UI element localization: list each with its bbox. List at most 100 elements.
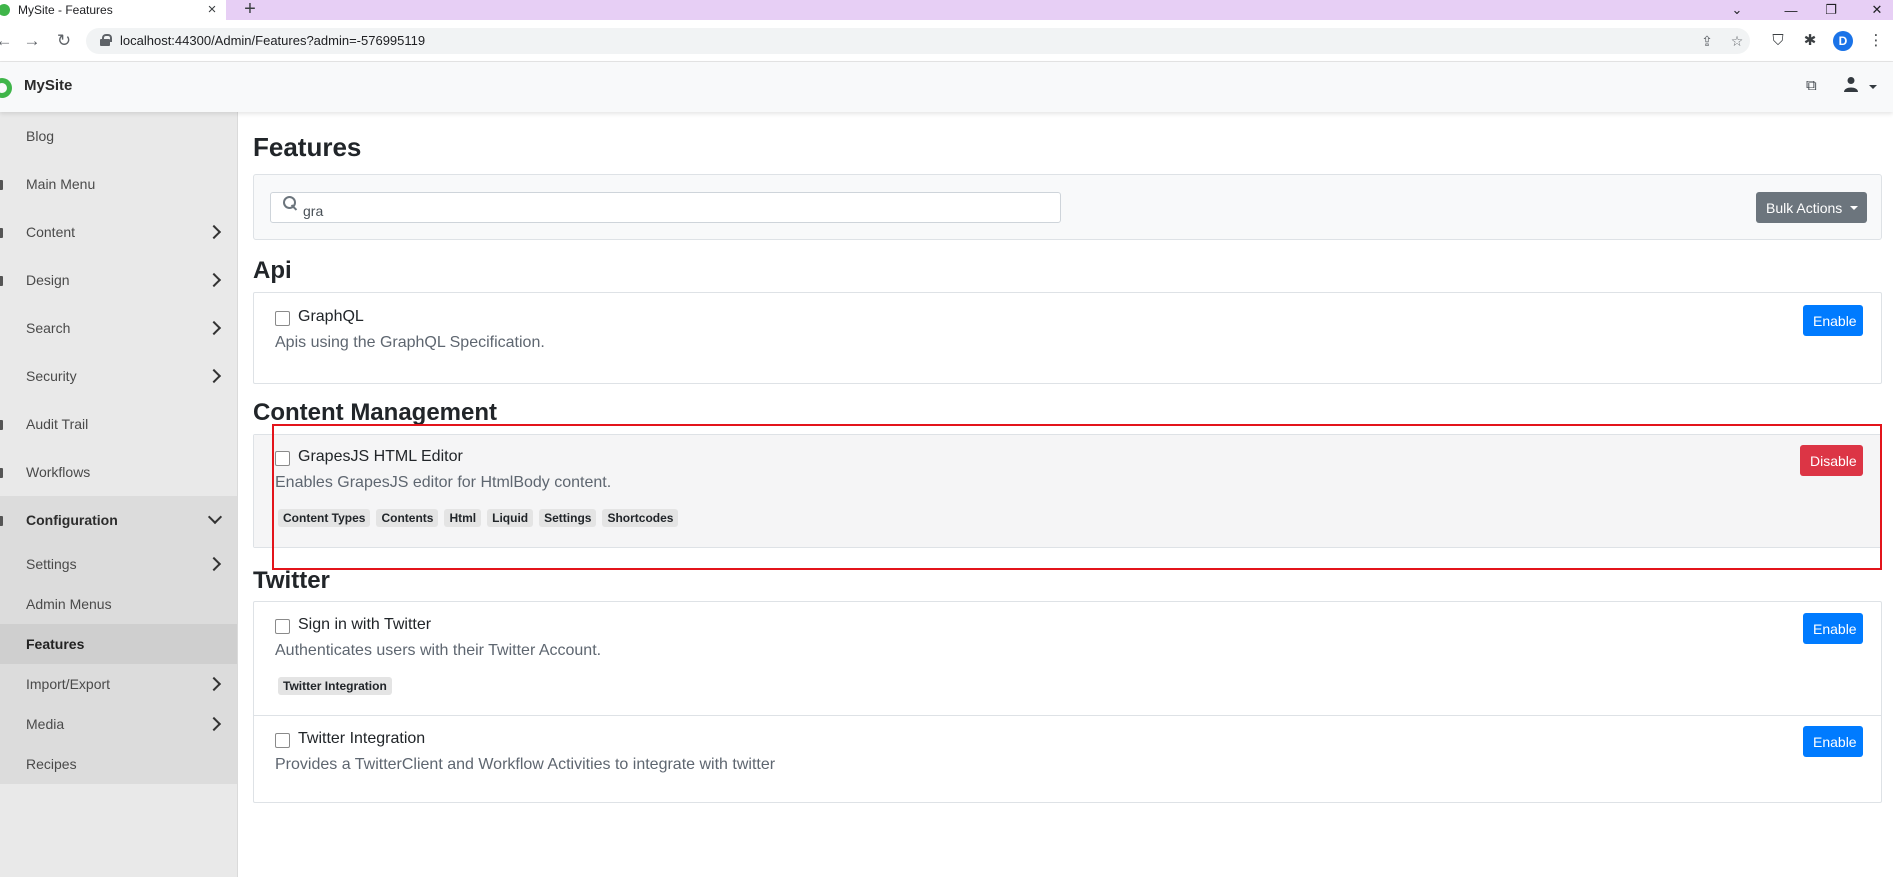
back-icon[interactable]: ← [0,29,16,53]
bookmark-star-icon[interactable]: ☆ [1728,32,1746,50]
sidebar-item-recipes[interactable]: Recipes [0,744,237,784]
chevron-right-icon [205,554,225,574]
sidebar-item-search[interactable]: Search [0,304,237,352]
main-menu-icon [0,180,3,190]
tab-close-icon[interactable]: × [204,2,220,18]
category-heading: Twitter [253,567,330,594]
sidebar-item-security[interactable]: Security [0,352,237,400]
feature-card: Sign in with Twitter Authenticates users… [253,601,1882,803]
browser-menu-icon[interactable]: ⋮ [1866,31,1886,51]
chevron-down-icon [205,510,225,530]
feature-description: Provides a TwitterClient and Workflow Ac… [275,756,776,773]
sidebar-item-import-export[interactable]: Import/Export [0,664,237,704]
address-bar[interactable]: localhost:44300/Admin/Features?admin=-57… [86,28,1750,54]
reload-icon[interactable]: ↻ [52,29,76,53]
sidebar-item-label: Audit Trail [26,416,89,432]
sidebar-item-media[interactable]: Media [0,704,237,744]
share-icon[interactable]: ⇪ [1698,32,1716,50]
enable-button[interactable]: Enable [1803,613,1863,644]
sidebar-item-label: Import/Export [26,676,111,692]
tab-search-chevron-icon[interactable]: ⌄ [1722,0,1752,20]
search-input[interactable] [270,192,1061,223]
feature-row: GrapesJS HTML Editor Enables GrapesJS ed… [254,435,1881,547]
disable-button[interactable]: Disable [1800,445,1863,476]
sidebar-item-features[interactable]: Features [0,624,237,664]
restore-icon[interactable]: ❐ [1816,0,1846,20]
sidebar-item-label: Search [26,320,71,336]
workflows-icon [0,468,3,478]
user-icon [1844,77,1858,92]
dependency-tag: Settings [539,509,597,527]
bulk-actions-label: Bulk Actions [1766,199,1843,216]
filter-bar: Bulk Actions [253,174,1882,240]
feature-checkbox[interactable] [275,311,290,326]
minimize-icon[interactable]: — [1776,0,1806,20]
dependency-tag: Shortcodes [602,509,679,527]
sidebar-item-settings[interactable]: Settings [0,544,237,584]
brand-logo-icon[interactable] [0,78,12,98]
chevron-right-icon [205,270,225,290]
feature-name: Twitter Integration [298,730,426,747]
admin-sidebar: Blog Main Menu Content Design Search Sec… [0,112,238,877]
browser-tab-strip: MySite - Features × + ⌄ — ❐ ✕ [0,0,1893,20]
category-heading: Api [253,257,292,284]
content-icon [0,228,3,238]
sidebar-item-workflows[interactable]: Workflows [0,448,237,496]
external-link-icon[interactable]: ⧉ [1806,76,1817,96]
user-menu-caret-icon[interactable] [1868,78,1878,98]
dependency-tag: Html [444,509,482,527]
feature-row: Twitter Integration Provides a TwitterCl… [254,716,1881,802]
sidebar-item-main-menu[interactable]: Main Menu [0,160,237,208]
chevron-right-icon [205,222,225,242]
feature-checkbox[interactable] [275,619,290,634]
feature-name: GraphQL [298,308,364,325]
design-icon [0,276,3,286]
bulk-actions-button[interactable]: Bulk Actions [1756,192,1867,223]
dependency-tag: Liquid [487,509,534,527]
window-close-icon[interactable]: ✕ [1862,0,1892,20]
feature-description: Apis using the GraphQL Specification. [275,334,545,351]
chevron-right-icon [205,318,225,338]
sidebar-item-content[interactable]: Content [0,208,237,256]
forward-icon[interactable]: → [20,29,44,53]
sidebar-item-configuration[interactable]: Configuration [0,496,237,544]
sidebar-item-audit-trail[interactable]: Audit Trail [0,400,237,448]
feature-description: Authenticates users with their Twitter A… [275,642,602,659]
sidebar-item-label: Media [26,716,65,732]
category-heading: Content Management [253,399,498,426]
browser-tab[interactable]: MySite - Features × [0,0,226,20]
profile-avatar[interactable]: D [1833,31,1853,51]
extensions-puzzle-icon[interactable]: ✱ [1800,31,1820,51]
audit-trail-icon [0,420,3,430]
sidebar-item-blog[interactable]: Blog [0,112,237,160]
browser-toolbar: ← → ↻ localhost:44300/Admin/Features?adm… [0,20,1893,62]
sidebar-item-label: Settings [26,556,77,572]
sidebar-item-label: Features [26,636,85,652]
sidebar-item-label: Blog [26,128,55,144]
dependency-tag: Content Types [278,509,371,527]
chevron-right-icon [205,366,225,386]
enable-button[interactable]: Enable [1803,305,1863,336]
configuration-icon [0,516,3,526]
brand-name[interactable]: MySite [24,77,72,94]
enable-button[interactable]: Enable [1803,726,1863,757]
dependency-tag: Twitter Integration [278,677,392,695]
sidebar-item-design[interactable]: Design [0,256,237,304]
feature-row: Sign in with Twitter Authenticates users… [254,602,1881,715]
sidebar-item-admin-menus[interactable]: Admin Menus [0,584,237,624]
feature-checkbox[interactable] [275,733,290,748]
app-header: MySite ⧉ [0,62,1893,112]
sidebar-item-label: Security [26,368,77,384]
feature-card: GrapesJS HTML Editor Enables GrapesJS ed… [253,434,1882,548]
user-menu-icon[interactable] [1844,76,1858,96]
address-url[interactable]: localhost:44300/Admin/Features?admin=-57… [120,28,425,54]
new-tab-icon[interactable]: + [240,0,260,20]
shield-extension-icon[interactable]: ⛉ [1768,31,1788,51]
feature-row: GraphQL Apis using the GraphQL Specifica… [254,293,1881,383]
tab-title: MySite - Features [18,3,113,17]
feature-checkbox[interactable] [275,451,290,466]
site-favicon-icon [0,4,10,16]
caret-down-icon [1850,206,1858,210]
sidebar-item-label: Admin Menus [26,596,112,612]
feature-card: GraphQL Apis using the GraphQL Specifica… [253,292,1882,384]
